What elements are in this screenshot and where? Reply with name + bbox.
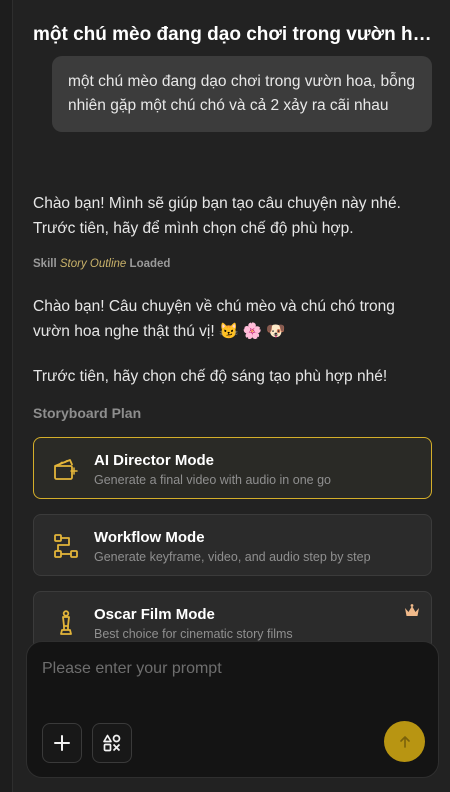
skill-loaded-status: Skill Story Outline Loaded xyxy=(33,258,170,270)
user-message-bubble: một chú mèo đang dạo chơi trong vườn hoa… xyxy=(52,56,432,132)
tools-button[interactable] xyxy=(92,723,132,763)
shapes-icon xyxy=(103,734,121,752)
assistant-reply-message: Chào bạn! Câu chuyện về chú mèo và chú c… xyxy=(33,298,395,340)
workflow-nodes-icon xyxy=(54,534,78,558)
trophy-icon xyxy=(60,610,72,635)
chat-panel: một chú mèo đang dạo chơi trong vườn hoa… xyxy=(12,0,450,792)
skill-name: Story Outline xyxy=(59,258,127,270)
storyboard-plan-heading: Storyboard Plan xyxy=(33,405,142,421)
crown-icon xyxy=(405,604,419,616)
prompt-composer xyxy=(26,641,439,778)
mode-title: Workflow Mode xyxy=(94,529,205,546)
mode-title: AI Director Mode xyxy=(94,452,215,469)
add-button[interactable] xyxy=(42,723,82,763)
clapperboard-sparkle-icon xyxy=(54,459,78,480)
prompt-input[interactable] xyxy=(42,660,422,678)
arrow-up-icon xyxy=(399,735,410,748)
skill-suffix: Loaded xyxy=(129,258,171,270)
ai-director-mode-card[interactable]: AI Director Mode Generate a final video … xyxy=(33,437,432,499)
mode-description: Generate keyframe, video, and audio step… xyxy=(94,550,371,564)
skill-prefix: Skill xyxy=(33,258,57,270)
assistant-intro-message: Chào bạn! Mình sẽ giúp bạn tạo câu chuyệ… xyxy=(33,195,401,237)
send-button[interactable] xyxy=(384,721,425,762)
plus-icon xyxy=(54,735,70,751)
workflow-mode-card[interactable]: Workflow Mode Generate keyframe, video, … xyxy=(33,514,432,576)
mode-description: Best choice for cinematic story films xyxy=(94,627,293,641)
assistant-prompt-message: Trước tiên, hãy chọn chế độ sáng tạo phù… xyxy=(33,368,388,385)
mode-title: Oscar Film Mode xyxy=(94,606,215,623)
conversation-title: một chú mèo đang dạo chơi trong vườn hoa… xyxy=(33,24,433,45)
mode-description: Generate a final video with audio in one… xyxy=(94,473,331,487)
